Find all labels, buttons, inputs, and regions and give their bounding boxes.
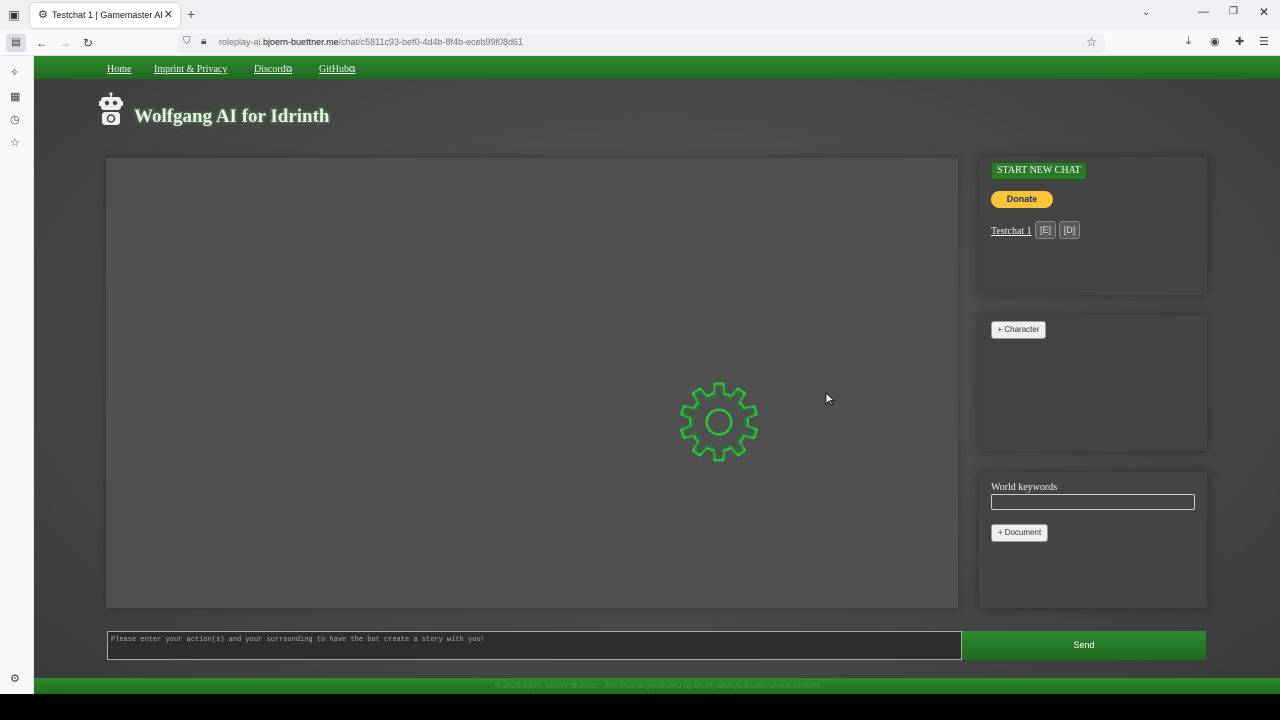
url-text[interactable]: roleplay-ai.bjoern-buettner.me/chat/c581… [219, 37, 523, 47]
nav-discord-label: Discord [254, 64, 286, 75]
puzzle-icon[interactable]: ✚ [1235, 35, 1244, 48]
world-keywords-label: World keywords [991, 482, 1058, 493]
lock-icon[interactable]: 🔒︎ [201, 36, 206, 47]
external-link-icon: ⧉ [349, 64, 356, 74]
donate-button[interactable]: Donate [991, 191, 1053, 208]
edit-chat-button[interactable]: [E] [1035, 221, 1056, 239]
gear-icon: ⚙ [38, 9, 48, 21]
chats-card: START NEW CHAT Donate Testchat 1 [E] [D] [979, 157, 1207, 295]
browser-nav-bar: ▤ ← → ↻ ⛉ 🔒︎ roleplay-ai.bjoern-buettner… [0, 30, 1280, 56]
nav-discord-link[interactable]: Discord⧉ [254, 64, 292, 75]
browser-sidebar: ✧ ▦ ◷ ☆ ⚙ [0, 56, 34, 694]
chevron-down-icon[interactable]: ⌄ [1142, 7, 1150, 18]
restore-icon[interactable]: ❐ [1229, 6, 1238, 17]
url-bar[interactable]: ⛉ 🔒︎ roleplay-ai.bjoern-buettner.me/chat… [177, 33, 1105, 53]
add-document-button[interactable]: + Document [991, 524, 1048, 542]
screen-bottom-bar [0, 694, 1280, 720]
gear-icon [680, 382, 758, 462]
arrow-right-icon[interactable]: → [59, 35, 71, 51]
page-title: Wolfgang AI for Idrinth [134, 106, 330, 127]
character-card: + Character [979, 315, 1207, 451]
chat-panel [106, 158, 958, 608]
send-button[interactable]: Send [962, 631, 1206, 660]
footer-text: © 2024 Björn 'Idrinth' Büttner · The cha… [494, 681, 820, 690]
browser-tab[interactable]: ⚙ Testchat 1 | Gamemaster AI ✕ [30, 3, 180, 28]
web-page: Home Imprint & Privacy Discord⧉ GitHub⧉ … [34, 56, 1280, 694]
star-icon[interactable]: ☆ [1086, 35, 1097, 49]
browser-tab-bar: ▣ ⚙ Testchat 1 | Gamemaster AI ✕ + ⌄ — ❐… [0, 0, 1280, 30]
sidebar-toggle-icon[interactable]: ▤ [6, 34, 26, 52]
start-new-chat-button[interactable]: START NEW CHAT [991, 162, 1087, 180]
account-icon[interactable]: ◉ [1210, 35, 1220, 48]
ai-chat-icon[interactable]: ✧ [10, 66, 19, 79]
plus-icon[interactable]: + [187, 6, 195, 22]
nav-home-link[interactable]: Home [107, 64, 131, 75]
site-navigation: Home Imprint & Privacy Discord⧉ GitHub⧉ [34, 56, 1280, 79]
nav-imprint-link[interactable]: Imprint & Privacy [154, 64, 227, 75]
arrow-left-icon[interactable]: ← [36, 35, 48, 51]
minimize-icon[interactable]: — [1198, 6, 1209, 18]
hamburger-icon[interactable]: ☰ [1259, 35, 1269, 48]
world-keywords-input[interactable] [991, 494, 1195, 510]
world-card: World keywords + Document [979, 472, 1207, 608]
mouse-cursor-icon [825, 392, 835, 406]
add-character-button[interactable]: + Character [991, 321, 1046, 339]
nav-github-label: GitHub [319, 64, 349, 75]
close-icon[interactable]: ✕ [164, 8, 173, 22]
settings-icon[interactable]: ⚙ [10, 672, 20, 685]
site-footer: © 2024 Björn 'Idrinth' Büttner · The cha… [34, 678, 1280, 694]
nav-github-link[interactable]: GitHub⧉ [319, 64, 355, 75]
tab-title: Testchat 1 | Gamemaster AI [52, 10, 163, 20]
delete-chat-button[interactable]: [D] [1059, 221, 1080, 239]
download-icon[interactable]: ⤓ [1186, 35, 1191, 48]
synced-tabs-icon[interactable]: ▦ [10, 90, 20, 103]
chat-item-link[interactable]: Testchat 1 [991, 226, 1032, 237]
robot-icon [99, 92, 123, 125]
reload-icon[interactable]: ↻ [83, 35, 93, 51]
shield-icon[interactable]: ⛉ [183, 36, 191, 47]
bookmarks-icon[interactable]: ☆ [10, 136, 20, 149]
action-input[interactable]: Please enter your action(s) and your sur… [107, 631, 962, 660]
external-link-icon: ⧉ [285, 64, 293, 74]
history-icon[interactable]: ◷ [10, 113, 20, 126]
window-close-icon[interactable]: ✕ [1259, 5, 1269, 19]
tab-list-icon[interactable]: ▣ [6, 7, 22, 23]
